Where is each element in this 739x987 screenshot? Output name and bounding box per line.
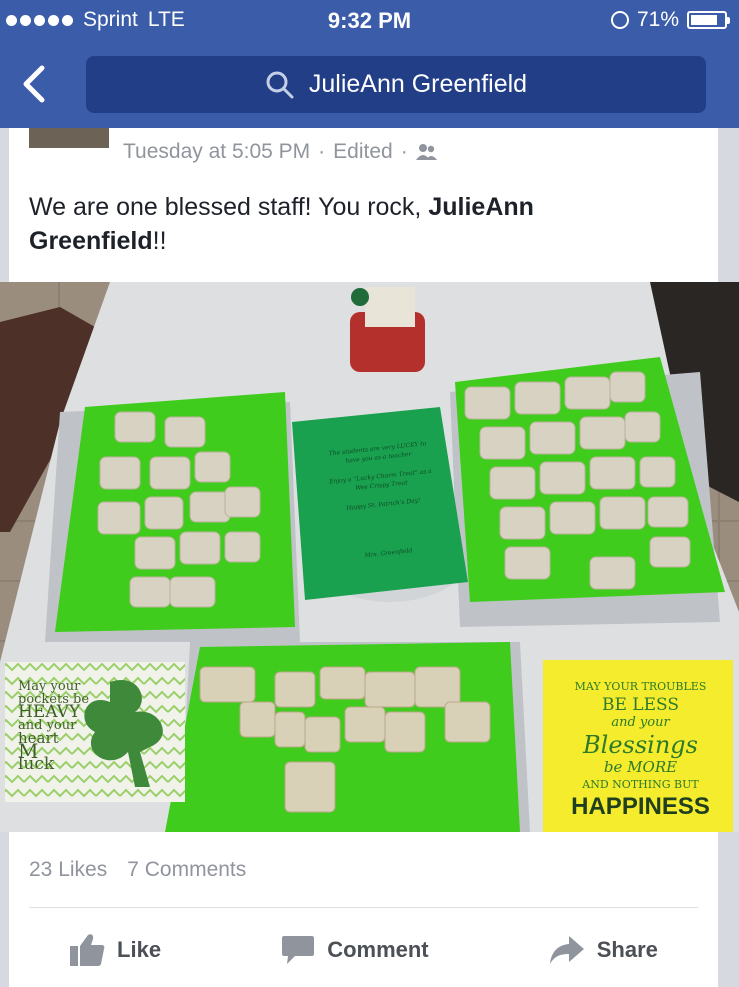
like-button[interactable]: Like — [69, 933, 161, 967]
post-card: Tuesday at 5:05 PM · Edited · We are one… — [0, 128, 739, 987]
right-card-line: Blessings — [583, 731, 698, 759]
avatar[interactable] — [29, 128, 109, 148]
status-right: 71% — [610, 8, 730, 32]
search-query: JulieAnn Greenfield — [308, 70, 528, 98]
right-card-line: HAPPINESS — [571, 793, 710, 820]
post-text-end: !! — [152, 227, 167, 255]
post-timestamp[interactable]: Tuesday at 5:05 PM — [123, 140, 310, 164]
battery-icon — [687, 11, 730, 29]
right-card-line: and your — [611, 715, 670, 730]
comment-bubble-icon — [282, 936, 315, 964]
right-card-line: be MORE — [603, 758, 678, 776]
note-text: The students are very LUCKY to have you … — [307, 437, 458, 565]
status-bar: Sprint LTE 9:32 PM 71% — [0, 0, 739, 42]
thumbs-up-icon — [70, 934, 105, 966]
right-card-text: MAY YOUR TROUBLES BE LESS and your Bless… — [548, 678, 733, 820]
post-text: We are one blessed staff! You rock, Juli… — [29, 190, 669, 258]
back-chevron-icon[interactable] — [14, 62, 58, 106]
share-arrow-icon — [549, 936, 584, 964]
right-card-line: AND NOTHING BUT — [582, 778, 699, 791]
post-photo[interactable]: May your pockets be HEAVY and your heart… — [0, 282, 739, 832]
share-label: Share — [596, 937, 658, 962]
search-icon — [266, 71, 294, 98]
post-text-body: We are one blessed staff! You rock, — [29, 193, 429, 221]
right-card-line: MAY YOUR TROUBLES — [574, 680, 707, 693]
edited-label[interactable]: Edited — [333, 140, 393, 164]
rotation-lock-icon — [610, 11, 629, 29]
action-bar: Like Comment Share — [9, 928, 718, 972]
friends-audience-icon[interactable] — [415, 143, 438, 161]
right-card-line: BE LESS — [602, 695, 679, 715]
like-label: Like — [117, 937, 162, 962]
search-bar[interactable]: JulieAnn Greenfield — [86, 56, 706, 113]
likes-count[interactable]: 23 Likes — [29, 858, 107, 882]
comments-count[interactable]: 7 Comments — [127, 858, 246, 882]
post-stats: 23 Likes 7 Comments — [29, 858, 246, 882]
nav-bar: JulieAnn Greenfield — [0, 42, 739, 128]
comment-button[interactable]: Comment — [281, 934, 429, 966]
battery-percent: 71% — [636, 8, 679, 31]
note-line: Happy St. Patrick's Day! — [345, 497, 421, 512]
meta-separator-2: · — [400, 140, 408, 163]
share-button[interactable]: Share — [549, 935, 658, 965]
post-meta: Tuesday at 5:05 PM · Edited · — [123, 140, 438, 164]
left-card-line: luck — [18, 754, 55, 774]
comment-label: Comment — [327, 937, 429, 962]
divider — [29, 907, 698, 908]
left-card-text: May your pockets be HEAVY and your heart… — [18, 680, 128, 774]
meta-separator: · — [318, 140, 326, 163]
